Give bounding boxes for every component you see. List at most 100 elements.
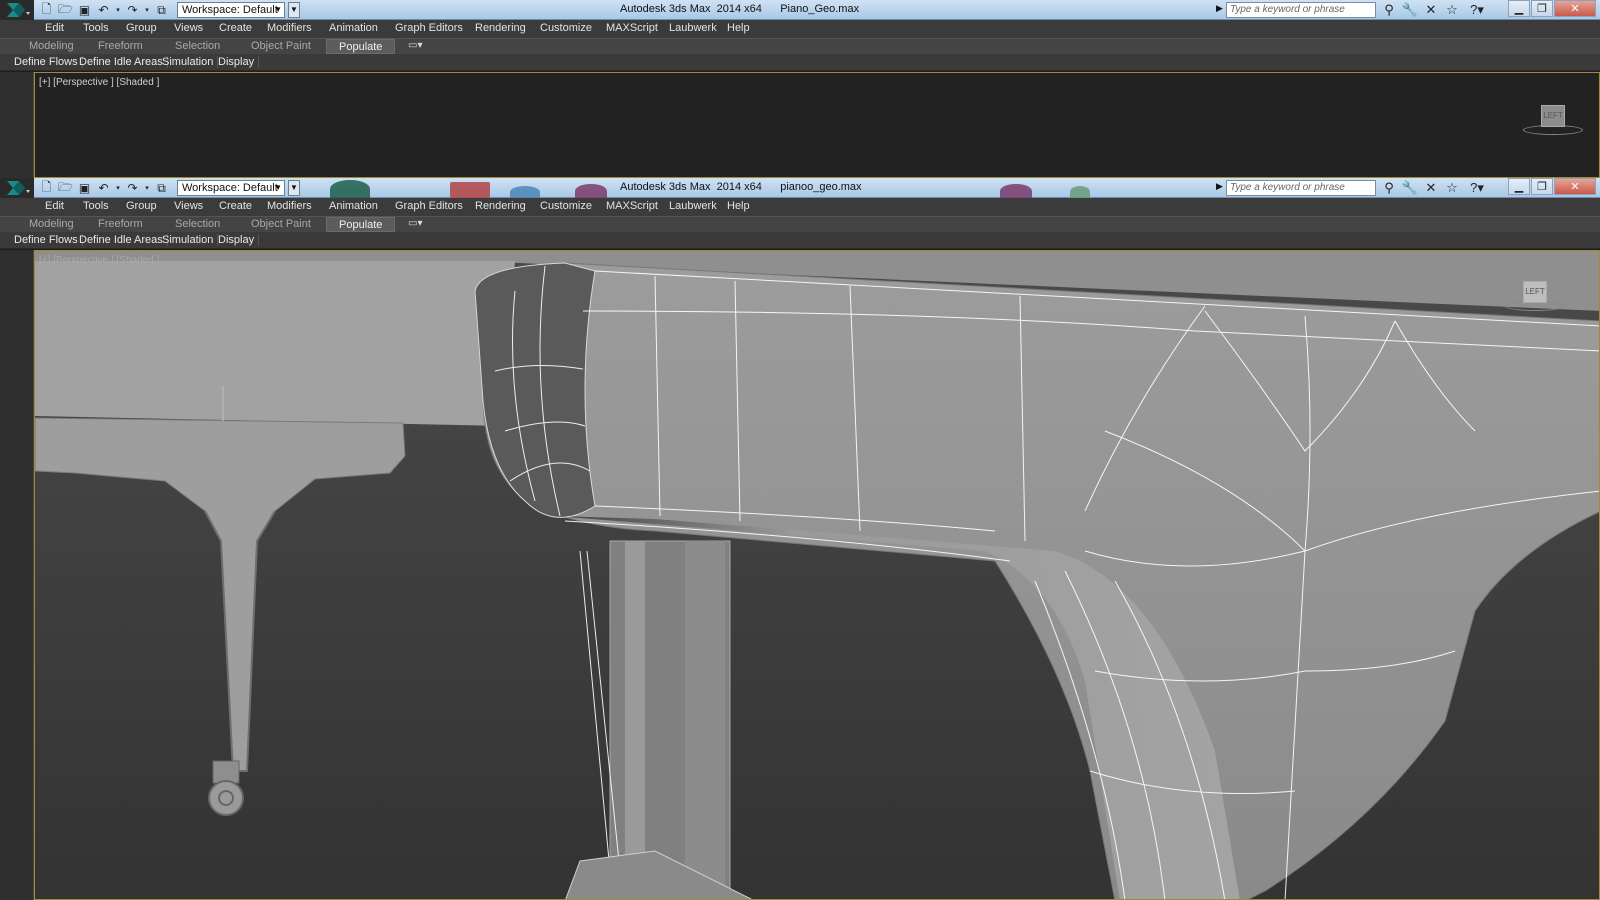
project-folder-icon[interactable]: ⧉: [153, 2, 170, 18]
panel-simulation[interactable]: Simulation: [162, 234, 219, 246]
ribbon-minimize-icon[interactable]: ▭▾: [408, 218, 422, 229]
search-input[interactable]: Type a keyword or phrase: [1226, 2, 1376, 18]
application-button[interactable]: [0, 178, 34, 198]
menu-views[interactable]: Views: [174, 200, 203, 212]
restore-icon[interactable]: ❐: [1531, 178, 1553, 195]
tab-populate[interactable]: Populate: [326, 39, 396, 54]
menu-create[interactable]: Create: [219, 200, 252, 212]
chevron-down-icon: ▼: [274, 183, 282, 192]
search-input[interactable]: Type a keyword or phrase: [1226, 180, 1376, 196]
menu-maxscript[interactable]: MAXScript: [606, 200, 658, 212]
restore-icon[interactable]: ❐: [1531, 0, 1553, 17]
menu-tools[interactable]: Tools: [83, 22, 109, 34]
application-button[interactable]: [0, 0, 34, 20]
panel-simulation[interactable]: Simulation: [162, 56, 219, 68]
panel-define-idle-areas[interactable]: Define Idle Areas: [79, 234, 168, 246]
menu-views[interactable]: Views: [174, 22, 203, 34]
perspective-viewport[interactable]: [+] [Perspective ] [Shaded ] LEFT: [34, 72, 1600, 178]
tab-modeling[interactable]: Modeling: [29, 40, 74, 52]
menu-tools[interactable]: Tools: [83, 200, 109, 212]
new-file-icon[interactable]: 🗋: [38, 2, 55, 18]
menu-create[interactable]: Create: [219, 22, 252, 34]
undo-dropdown-icon[interactable]: ▾: [114, 2, 122, 18]
menu-customize[interactable]: Customize: [540, 200, 592, 212]
communication-center-icon[interactable]: ✕: [1422, 1, 1440, 19]
window-title: Autodesk 3ds Max 2014 x64 Piano_Geo.max: [620, 3, 860, 15]
undo-icon[interactable]: ↶: [95, 2, 112, 18]
expand-arrow-icon[interactable]: ▶: [1216, 181, 1223, 192]
help-icon[interactable]: ?▾: [1464, 179, 1490, 197]
menu-modifiers[interactable]: Modifiers: [267, 200, 312, 212]
undo-icon[interactable]: ↶: [95, 180, 112, 196]
viewcube-icon[interactable]: LEFT: [1523, 281, 1547, 303]
tab-populate[interactable]: Populate: [326, 217, 396, 232]
menu-edit[interactable]: Edit: [45, 200, 64, 212]
menu-modifiers[interactable]: Modifiers: [267, 22, 312, 34]
viewport-label[interactable]: [+] [Perspective ] [Shaded ]: [39, 77, 159, 88]
menu-help[interactable]: Help: [727, 22, 750, 34]
tab-selection[interactable]: Selection: [175, 40, 220, 52]
communication-center-icon[interactable]: ✕: [1422, 179, 1440, 197]
tab-selection[interactable]: Selection: [175, 218, 220, 230]
menu-rendering[interactable]: Rendering: [475, 22, 526, 34]
customize-qat-icon[interactable]: ▼: [288, 180, 300, 196]
minimize-icon[interactable]: ▁: [1508, 0, 1530, 17]
binoculars-icon[interactable]: ⚲: [1380, 179, 1398, 197]
project-folder-icon[interactable]: ⧉: [153, 180, 170, 196]
close-icon[interactable]: ✕: [1554, 0, 1596, 17]
wrench-icon[interactable]: 🔧: [1401, 179, 1419, 197]
menu-graph-editors[interactable]: Graph Editors: [395, 22, 463, 34]
favorites-star-icon[interactable]: ☆: [1443, 1, 1461, 19]
wrench-icon[interactable]: 🔧: [1401, 1, 1419, 19]
menu-edit[interactable]: Edit: [45, 22, 64, 34]
piano-model-render: [35, 251, 1599, 899]
menu-customize[interactable]: Customize: [540, 22, 592, 34]
viewport-side-strip: [0, 72, 34, 178]
panel-define-flows[interactable]: Define Flows: [14, 234, 83, 246]
save-icon[interactable]: ▣: [76, 2, 93, 18]
workspace-dropdown[interactable]: Workspace: Default ▼: [177, 180, 285, 196]
tab-object-paint[interactable]: Object Paint: [251, 218, 311, 230]
redo-dropdown-icon[interactable]: ▾: [143, 180, 151, 196]
infocenter-toolbar: ⚲ 🔧 ✕ ☆ ?▾: [1380, 1, 1490, 19]
close-icon[interactable]: ✕: [1554, 178, 1596, 195]
customize-qat-icon[interactable]: ▼: [288, 2, 300, 18]
panel-display[interactable]: Display: [218, 234, 260, 246]
workspace-dropdown[interactable]: Workspace: Default ▼: [177, 2, 285, 18]
help-icon[interactable]: ?▾: [1464, 1, 1490, 19]
ribbon-minimize-icon[interactable]: ▭▾: [408, 40, 422, 51]
panel-define-idle-areas[interactable]: Define Idle Areas: [79, 56, 168, 68]
binoculars-icon[interactable]: ⚲: [1380, 1, 1398, 19]
open-folder-icon[interactable]: 🗁: [57, 2, 74, 18]
menu-animation[interactable]: Animation: [329, 200, 378, 212]
tab-modeling[interactable]: Modeling: [29, 218, 74, 230]
menu-help[interactable]: Help: [727, 200, 750, 212]
expand-arrow-icon[interactable]: ▶: [1216, 3, 1223, 14]
tab-object-paint[interactable]: Object Paint: [251, 40, 311, 52]
menu-maxscript[interactable]: MAXScript: [606, 22, 658, 34]
save-icon[interactable]: ▣: [76, 180, 93, 196]
tab-freeform[interactable]: Freeform: [98, 218, 143, 230]
favorites-star-icon[interactable]: ☆: [1443, 179, 1461, 197]
menu-graph-editors[interactable]: Graph Editors: [395, 200, 463, 212]
redo-icon[interactable]: ↷: [124, 2, 141, 18]
window-controls: ▁ ❐ ✕: [1508, 178, 1597, 195]
viewcube-icon[interactable]: LEFT: [1541, 105, 1565, 127]
minimize-icon[interactable]: ▁: [1508, 178, 1530, 195]
tab-freeform[interactable]: Freeform: [98, 40, 143, 52]
undo-dropdown-icon[interactable]: ▾: [114, 180, 122, 196]
menu-group[interactable]: Group: [126, 200, 157, 212]
perspective-viewport[interactable]: [+] [Perspective ] [Shaded ] LEFT: [34, 250, 1600, 900]
open-folder-icon[interactable]: 🗁: [57, 180, 74, 196]
menu-rendering[interactable]: Rendering: [475, 200, 526, 212]
menu-laubwerk[interactable]: Laubwerk: [669, 200, 717, 212]
panel-display[interactable]: Display: [218, 56, 260, 68]
viewport-label[interactable]: [+] [Perspective ] [Shaded ]: [39, 255, 159, 266]
menu-group[interactable]: Group: [126, 22, 157, 34]
menu-laubwerk[interactable]: Laubwerk: [669, 22, 717, 34]
redo-dropdown-icon[interactable]: ▾: [143, 2, 151, 18]
panel-define-flows[interactable]: Define Flows: [14, 56, 83, 68]
new-file-icon[interactable]: 🗋: [38, 180, 55, 196]
redo-icon[interactable]: ↷: [124, 180, 141, 196]
menu-animation[interactable]: Animation: [329, 22, 378, 34]
